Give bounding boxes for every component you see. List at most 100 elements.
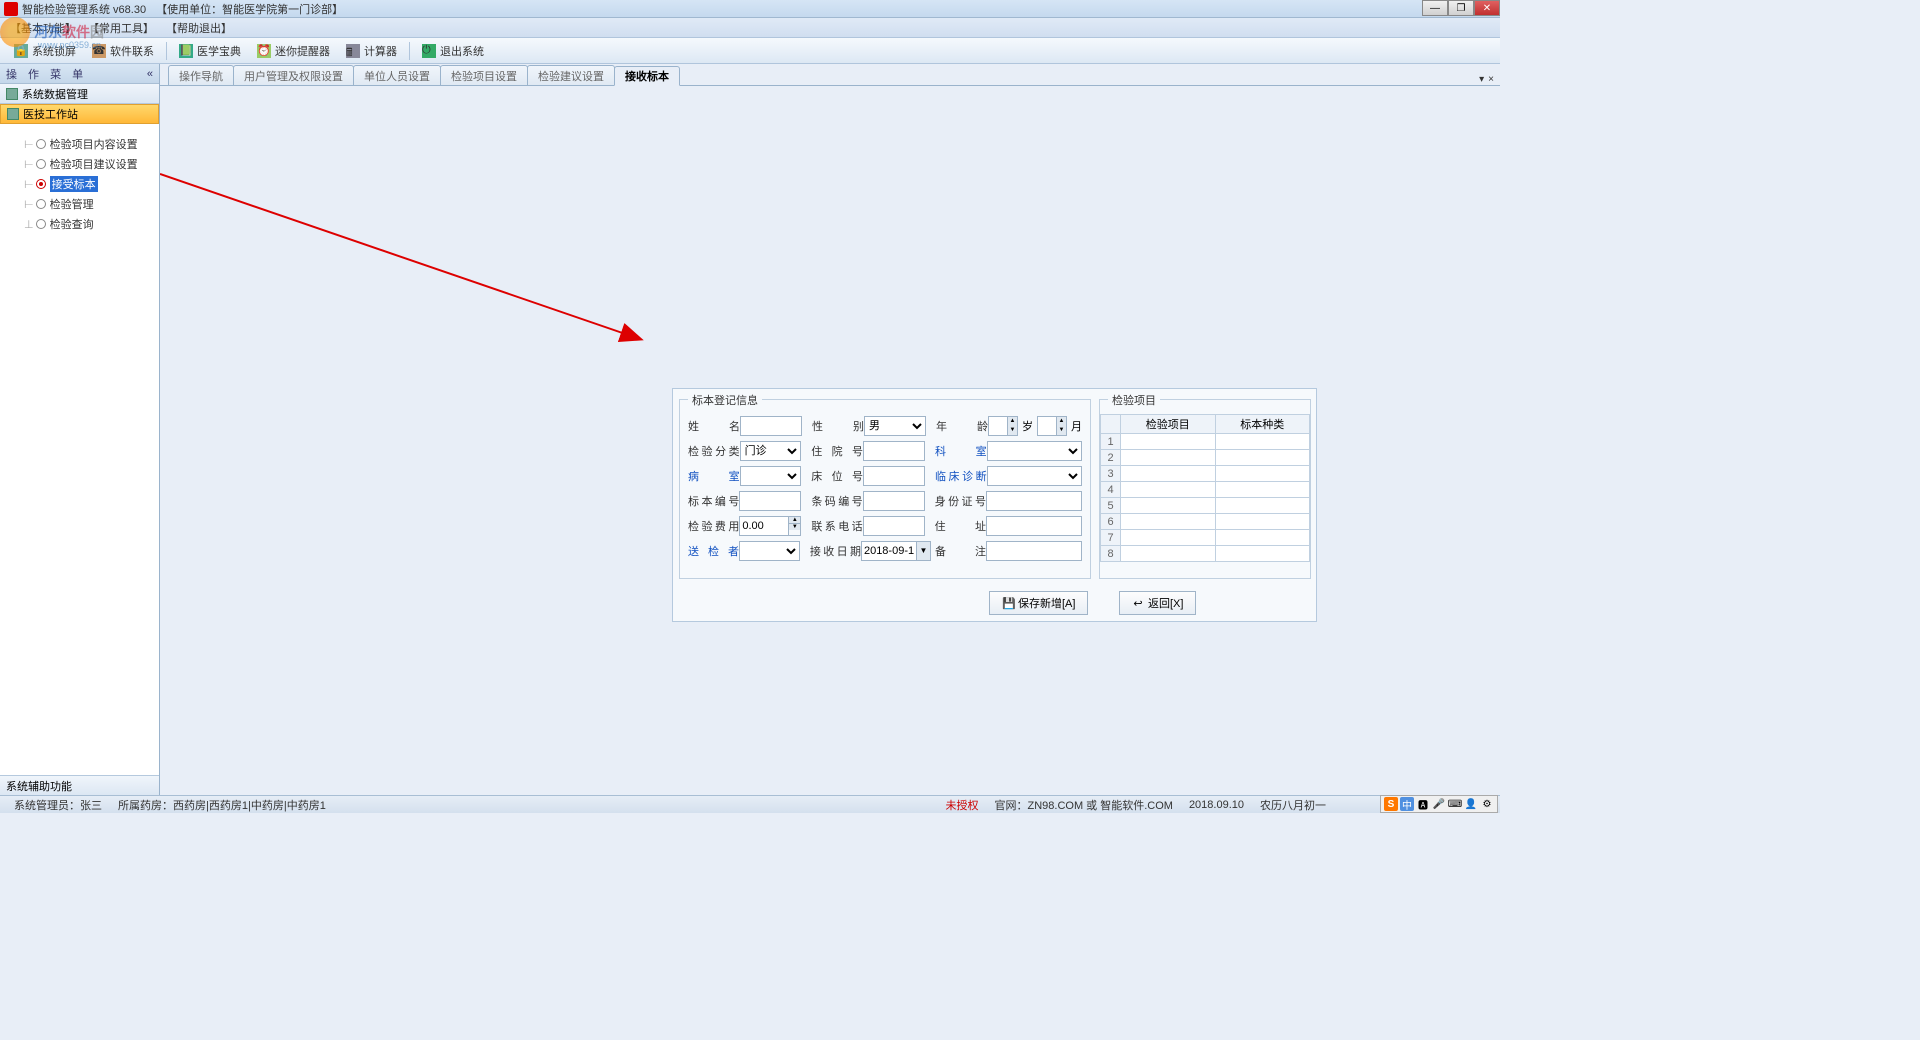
back-button[interactable]: ↩返回[X]: [1119, 591, 1196, 615]
input-phone[interactable]: [863, 516, 925, 536]
label-sender[interactable]: 送 检 者: [688, 543, 739, 559]
tool-medbook[interactable]: 📗医学宝典: [171, 41, 249, 61]
table-row[interactable]: 2: [1101, 450, 1310, 466]
select-diagnosis[interactable]: [987, 466, 1082, 486]
tool-exit[interactable]: ⏻退出系统: [414, 41, 492, 61]
label-name: 姓 名: [688, 418, 740, 434]
status-date: 2018.09.10: [1189, 799, 1244, 811]
back-icon: ↩: [1132, 597, 1144, 609]
input-specimenno[interactable]: [739, 491, 801, 511]
input-bedno[interactable]: [863, 466, 925, 486]
table-row[interactable]: 4: [1101, 482, 1310, 498]
table-row[interactable]: 6: [1101, 514, 1310, 530]
close-button[interactable]: ✕: [1474, 0, 1500, 16]
tree-item-testquery[interactable]: ⊥检验查询: [4, 214, 155, 234]
tab-testsuggest[interactable]: 检验建议设置: [527, 65, 615, 85]
tab-dropdown-icon[interactable]: ▾: [1479, 74, 1484, 85]
label-barcode: 条码编号: [811, 493, 862, 509]
input-name[interactable]: [740, 416, 802, 436]
ime-settings-icon[interactable]: ⚙: [1480, 797, 1494, 811]
ime-mic-icon[interactable]: 🎤: [1432, 797, 1446, 811]
input-hospitalno[interactable]: [863, 441, 925, 461]
table-row[interactable]: 3: [1101, 466, 1310, 482]
input-recvdate[interactable]: [861, 541, 917, 561]
table-row[interactable]: 1: [1101, 434, 1310, 450]
minimize-button[interactable]: —: [1422, 0, 1448, 16]
menu-help[interactable]: 【帮助退出】: [160, 18, 238, 38]
tab-nav[interactable]: 操作导航: [168, 65, 234, 85]
sidebar-title: 操 作 菜 单: [6, 66, 87, 82]
app-title: 智能检验管理系统 v68.30: [22, 1, 146, 17]
status-website: 官网：ZN98.COM 或 智能软件.COM: [994, 797, 1172, 813]
window-titlebar: 智能检验管理系统 v68.30 【使用单位：智能医学院第一门诊部】 — ❐ ✕: [0, 0, 1500, 18]
spin-age-year[interactable]: ▲▼: [988, 416, 1018, 436]
ime-sogou-icon[interactable]: S: [1384, 797, 1398, 811]
input-remark[interactable]: [986, 541, 1082, 561]
save-button[interactable]: 💾保存新增[A]: [989, 591, 1088, 615]
input-fee[interactable]: [739, 516, 789, 536]
label-dept[interactable]: 科 室: [935, 443, 987, 459]
tab-receive-specimen[interactable]: 接收标本: [614, 66, 680, 86]
status-lunar: 农历八月初一: [1260, 797, 1326, 813]
tab-testitem[interactable]: 检验项目设置: [440, 65, 528, 85]
tab-unitstaff[interactable]: 单位人员设置: [353, 65, 441, 85]
ime-user-icon[interactable]: 👤: [1464, 797, 1478, 811]
input-address[interactable]: [986, 516, 1082, 536]
ime-tray: S 中 🅰 🎤 ⌨ 👤 ⚙: [1380, 795, 1498, 813]
tool-reminder[interactable]: ⏰迷你提醒器: [249, 41, 338, 61]
tab-usermanage[interactable]: 用户管理及权限设置: [233, 65, 354, 85]
ime-keyboard-icon[interactable]: ⌨: [1448, 797, 1462, 811]
select-sender[interactable]: [739, 541, 800, 561]
form-panel: 标本登记信息 姓 名 性 别 男 年 龄 ▲▼ 岁 ▲▼ 月 检验分: [672, 388, 1317, 622]
spin-age-month[interactable]: ▲▼: [1037, 416, 1067, 436]
label-specimenno: 标本编号: [688, 493, 739, 509]
select-dept[interactable]: [987, 441, 1082, 461]
maximize-button[interactable]: ❐: [1448, 0, 1474, 16]
label-address: 住 址: [935, 518, 986, 534]
ime-punct-icon[interactable]: 🅰: [1416, 797, 1430, 811]
select-ward[interactable]: [740, 466, 802, 486]
table-row[interactable]: 5: [1101, 498, 1310, 514]
select-category[interactable]: 门诊: [740, 441, 802, 461]
fieldset1-legend: 标本登记信息: [688, 392, 762, 408]
tree-item-suggestset[interactable]: ⊢检验项目建议设置: [4, 154, 155, 174]
label-phone: 联系电话: [811, 518, 862, 534]
label-recvdate: 接收日期: [810, 543, 861, 559]
save-icon: 💾: [1002, 597, 1014, 609]
input-barcode[interactable]: [863, 491, 925, 511]
sidebar-tree: ⊢检验项目内容设置 ⊢检验项目建议设置 ⊢接受标本 ⊢检验管理 ⊥检验查询: [0, 124, 159, 775]
col-testitem: 检验项目: [1121, 415, 1216, 434]
sidebar-section-sysdata[interactable]: 系统数据管理: [0, 84, 159, 104]
label-hospitalno: 住 院 号: [811, 443, 863, 459]
menubar: 【基本功能】 【常用工具】 【帮助退出】: [0, 18, 1500, 38]
select-gender[interactable]: 男: [864, 416, 926, 436]
menu-tools[interactable]: 【常用工具】: [82, 18, 160, 38]
label-diagnosis[interactable]: 临床诊断: [935, 468, 987, 484]
fieldset-testitems: 检验项目 检验项目标本种类 1 2 3 4 5 6 7 8: [1099, 399, 1311, 579]
label-ward[interactable]: 病 室: [688, 468, 740, 484]
unit-label: 【使用单位：智能医学院第一门诊部】: [156, 1, 343, 17]
tab-close-icon[interactable]: ×: [1488, 74, 1494, 85]
label-category: 检验分类: [688, 443, 740, 459]
tree-item-contentset[interactable]: ⊢检验项目内容设置: [4, 134, 155, 154]
tree-item-receive-specimen[interactable]: ⊢接受标本: [4, 174, 155, 194]
label-gender: 性 别: [812, 418, 864, 434]
input-idno[interactable]: [986, 491, 1082, 511]
tree-item-testmanage[interactable]: ⊢检验管理: [4, 194, 155, 214]
tool-contact[interactable]: ☎软件联系: [84, 41, 162, 61]
menu-basic[interactable]: 【基本功能】: [4, 18, 82, 38]
fieldset2-legend: 检验项目: [1108, 392, 1160, 408]
main-layout: 操 作 菜 单 « 系统数据管理 医技工作站 ⊢检验项目内容设置 ⊢检验项目建议…: [0, 64, 1500, 795]
table-row[interactable]: 7: [1101, 530, 1310, 546]
sidebar-section-aux[interactable]: 系统辅助功能: [0, 775, 159, 795]
table-row[interactable]: 8: [1101, 546, 1310, 562]
sidebar-collapse-icon[interactable]: «: [147, 68, 153, 80]
tool-lock[interactable]: 🔒系统锁屏: [6, 41, 84, 61]
ime-lang-icon[interactable]: 中: [1400, 797, 1414, 811]
label-age: 年 龄: [936, 418, 988, 434]
col-specimentype: 标本种类: [1215, 415, 1310, 434]
label-bedno: 床 位 号: [811, 468, 863, 484]
tool-calc[interactable]: 🖩计算器: [338, 41, 405, 61]
status-admin: 系统管理员：张三: [14, 797, 102, 813]
sidebar-section-medstation[interactable]: 医技工作站: [0, 104, 159, 124]
